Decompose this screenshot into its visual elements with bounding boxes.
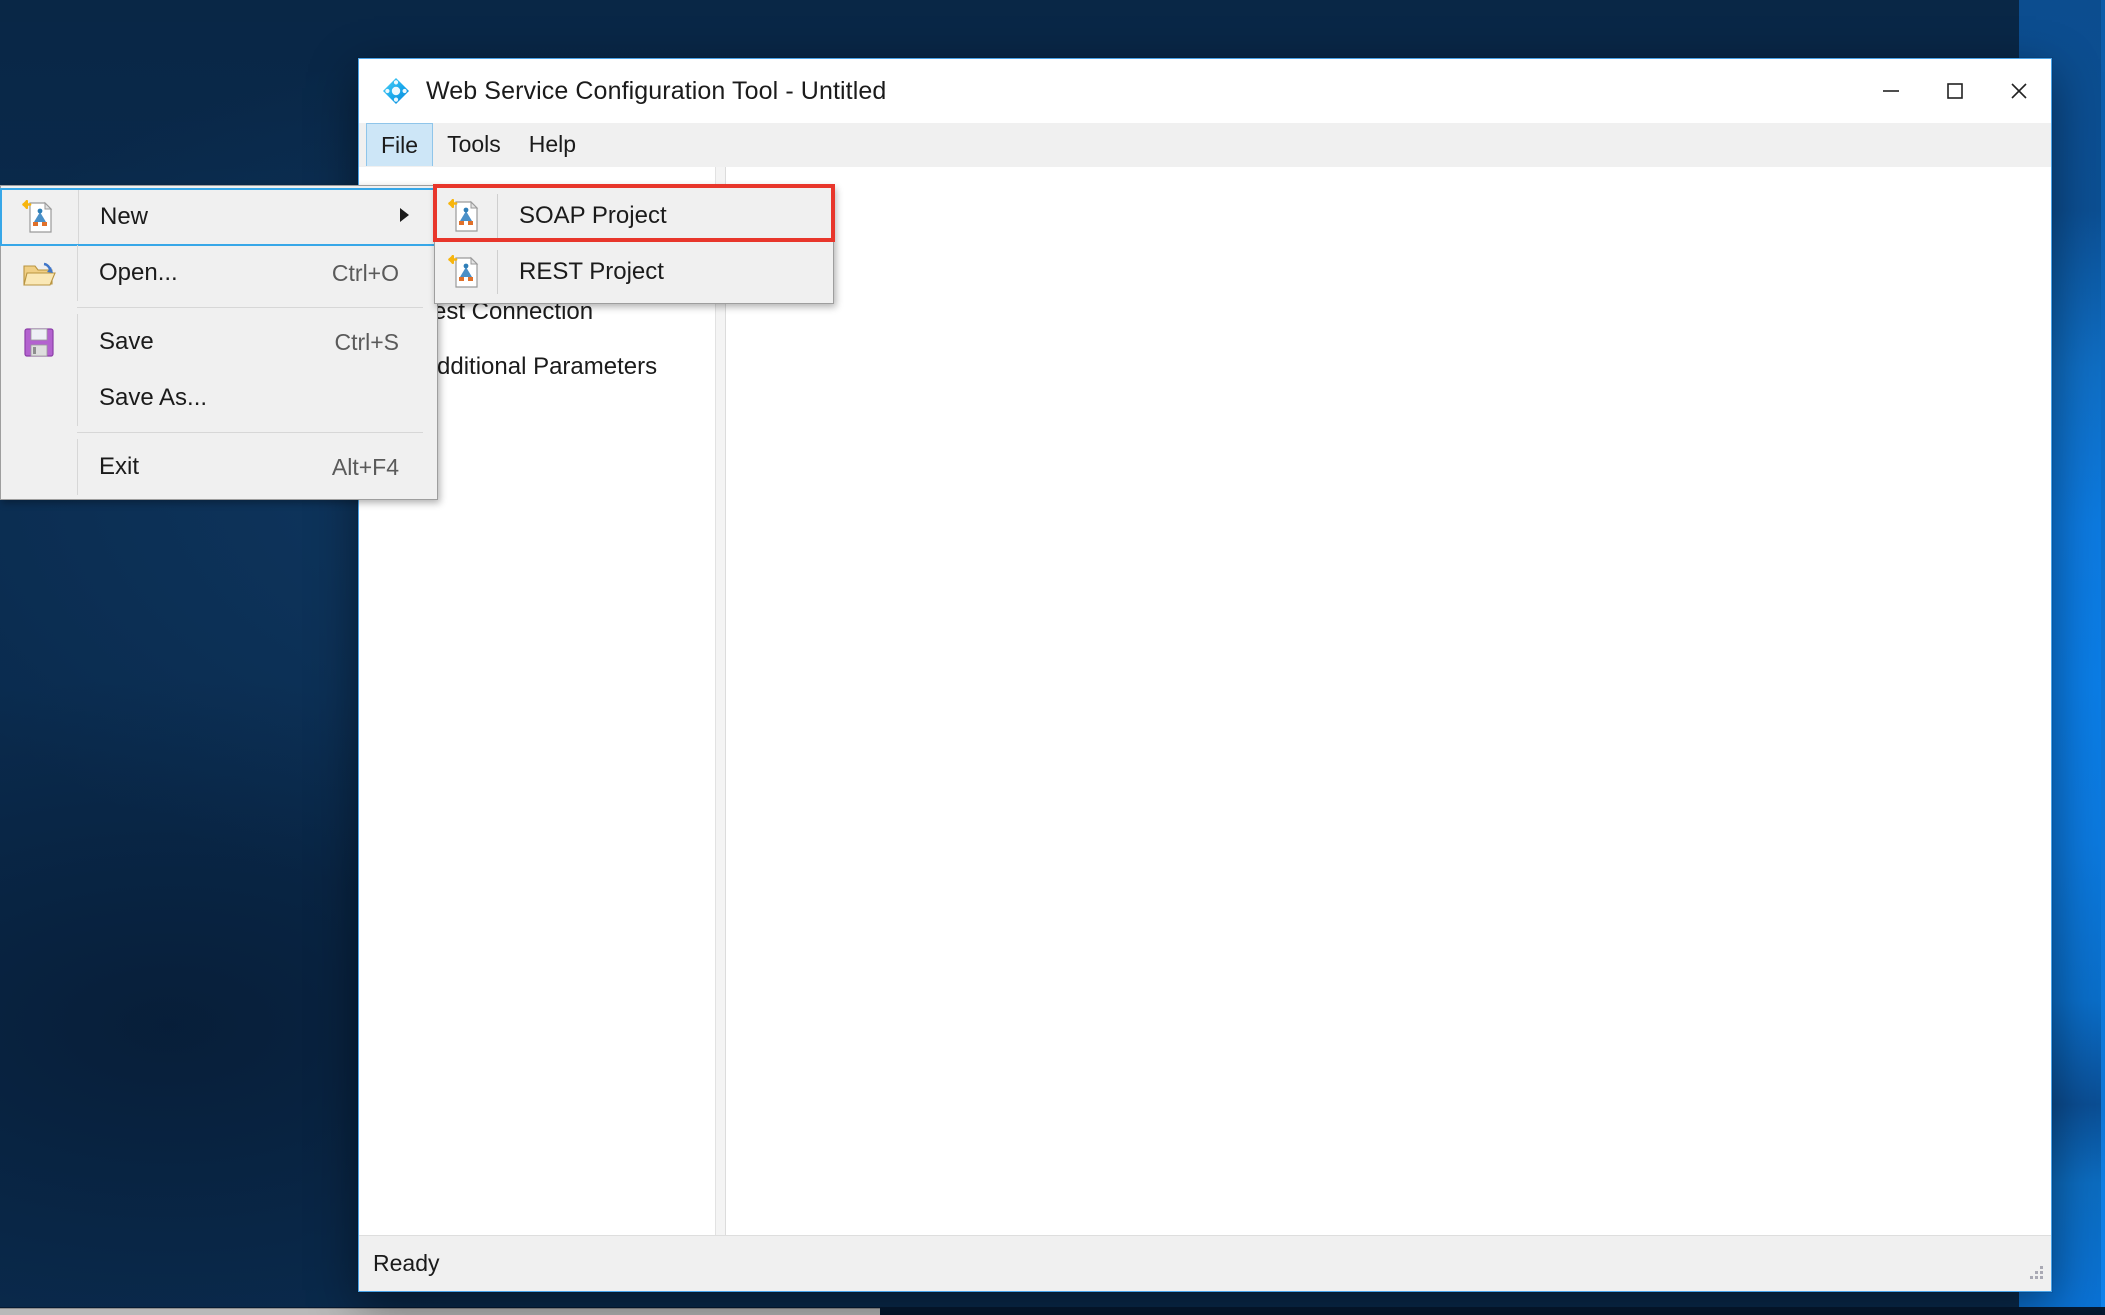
file-menu-item-exit-accelerator: Alt+F4 — [331, 453, 399, 480]
open-folder-icon — [1, 254, 77, 292]
panel-splitter[interactable] — [715, 167, 726, 1235]
file-menu-dropdown: New Open... Ctrl+O Save Ctrl+S Save As..… — [0, 185, 438, 500]
minimize-button[interactable] — [1859, 59, 1923, 123]
new-document-icon — [435, 253, 497, 291]
close-button[interactable] — [1987, 59, 2051, 123]
file-menu-item-open-accelerator: Ctrl+O — [331, 259, 399, 286]
window-title: Web Service Configuration Tool - Untitle… — [426, 76, 887, 105]
diamond-app-icon — [382, 77, 410, 105]
file-menu-item-save-as-label: Save As... — [99, 384, 208, 411]
file-menu-item-open-label: Open... — [99, 259, 178, 286]
menu-icon-divider — [78, 190, 79, 244]
save-floppy-icon — [1, 323, 77, 361]
submenu-icon-divider — [497, 250, 498, 294]
file-menu-separator-1 — [77, 307, 423, 308]
menu-icon-divider — [77, 439, 78, 495]
file-menu-item-new[interactable]: New — [0, 188, 438, 246]
resize-grip[interactable] — [2023, 1259, 2045, 1286]
menu-tools[interactable]: Tools — [433, 123, 515, 166]
menu-icon-divider — [77, 314, 78, 370]
submenu-icon-divider — [497, 194, 498, 238]
submenu-item-soap-project-label: SOAP Project — [519, 202, 667, 229]
submenu-item-soap-project[interactable]: SOAP Project — [435, 188, 833, 244]
nav-item-additional-parameters-label: Additional Parameters — [421, 352, 658, 380]
file-menu-separator-2 — [77, 432, 423, 433]
file-menu-item-save-accelerator: Ctrl+S — [334, 328, 399, 355]
menu-help-label: Help — [528, 131, 577, 157]
new-document-icon — [435, 197, 497, 235]
taskbar-window-strip[interactable] — [0, 1308, 880, 1315]
file-menu-item-exit[interactable]: Exit Alt+F4 — [1, 439, 437, 495]
new-submenu-dropdown: SOAP Project REST Project — [434, 185, 834, 304]
desktop-right-edge — [2101, 0, 2105, 1315]
window-controls — [1859, 59, 2051, 123]
file-menu-item-exit-label: Exit — [99, 453, 140, 480]
menu-icon-divider — [77, 370, 78, 426]
menu-icon-divider — [77, 245, 78, 301]
menu-tools-label: Tools — [447, 131, 501, 157]
menu-help[interactable]: Help — [515, 123, 590, 166]
window-content: Object Types Test Connection — [359, 167, 2051, 1235]
status-text: Ready — [373, 1250, 440, 1276]
maximize-button[interactable] — [1923, 59, 1987, 123]
chevron-right-icon — [396, 205, 412, 230]
menu-file-label: File — [381, 131, 419, 158]
detail-panel — [726, 167, 2051, 1235]
status-bar: Ready — [359, 1235, 2051, 1291]
submenu-item-rest-project[interactable]: REST Project — [435, 244, 833, 300]
taskbar[interactable] — [0, 1307, 2105, 1315]
new-document-icon — [2, 198, 78, 236]
file-menu-item-save-label: Save — [99, 328, 154, 355]
menu-bar: File Tools Help — [359, 123, 2051, 167]
file-menu-item-save-as[interactable]: Save As... — [1, 370, 437, 426]
menu-file[interactable]: File — [366, 123, 434, 166]
file-menu-item-open[interactable]: Open... Ctrl+O — [1, 245, 437, 301]
file-menu-item-save[interactable]: Save Ctrl+S — [1, 314, 437, 370]
file-menu-item-new-label: New — [100, 203, 149, 230]
title-bar[interactable]: Web Service Configuration Tool - Untitle… — [359, 59, 2051, 123]
submenu-item-rest-project-label: REST Project — [519, 258, 664, 285]
